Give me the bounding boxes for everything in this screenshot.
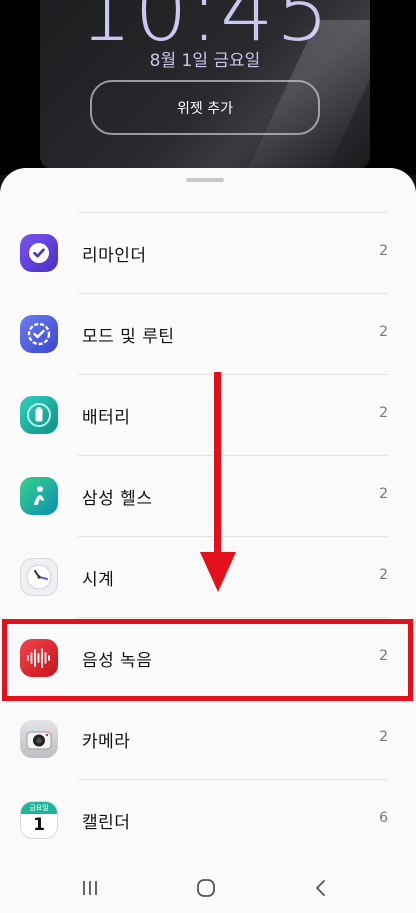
list-item-calendar[interactable]: 금요일 1 캘린더 6 [0,780,416,861]
widget-count: 2 [379,243,388,259]
widget-count: 2 [379,405,388,421]
list-item-reminder[interactable]: 리마인더 2 [0,213,416,294]
list-item-camera[interactable]: 카메라 2 [0,699,416,780]
clock-icon [20,558,58,596]
widget-count: 2 [379,567,388,583]
calendar-icon: 금요일 1 [20,801,58,839]
item-label: 배터리 [82,408,131,428]
item-label: 리마인더 [82,246,147,266]
list-item-battery[interactable]: 배터리 2 [0,375,416,456]
item-label: 음성 녹음 [82,651,153,671]
widget-count: 2 [379,324,388,340]
widget-bottom-sheet: 리마인더 2 모드 및 루틴 2 배터리 2 삼성 헬스 2 시계 2 음성 녹… [0,168,416,913]
item-label: 모드 및 루틴 [82,327,175,347]
modes-routines-icon [20,315,58,353]
camera-icon [20,720,58,758]
list-item-clock[interactable]: 시계 2 [0,537,416,618]
battery-icon [20,396,58,434]
home-icon[interactable] [193,875,219,901]
back-icon[interactable] [308,875,334,901]
recent-apps-icon[interactable] [77,875,103,901]
item-label: 삼성 헬스 [82,489,153,509]
item-label: 카메라 [82,732,131,752]
item-label: 캘린더 [82,813,131,833]
widget-count: 2 [379,729,388,745]
samsung-health-icon [20,477,58,515]
reminder-icon [20,234,58,272]
widget-count: 2 [379,648,388,664]
list-item-voice-recorder[interactable]: 음성 녹음 2 [0,618,416,699]
lock-screen-preview: 10:45 8월 1일 금요일 위젯 추가 [0,0,416,175]
navigation-bar [0,863,416,913]
sheet-drag-handle[interactable] [186,178,224,182]
add-widget-button[interactable]: 위젯 추가 [90,80,320,135]
list-item-modes-routines[interactable]: 모드 및 루틴 2 [0,294,416,375]
calendar-icon-day: 1 [33,815,45,835]
lock-date: 8월 1일 금요일 [149,51,261,71]
list-item-samsung-health[interactable]: 삼성 헬스 2 [0,456,416,537]
widget-count: 2 [379,486,388,502]
lock-screen-card: 10:45 8월 1일 금요일 위젯 추가 [40,0,370,170]
app-list: 리마인더 2 모드 및 루틴 2 배터리 2 삼성 헬스 2 시계 2 음성 녹… [0,213,416,861]
item-label: 시계 [82,570,115,590]
widget-count: 6 [379,810,388,826]
voice-recorder-icon [20,639,58,677]
calendar-icon-header: 금요일 [21,802,57,814]
